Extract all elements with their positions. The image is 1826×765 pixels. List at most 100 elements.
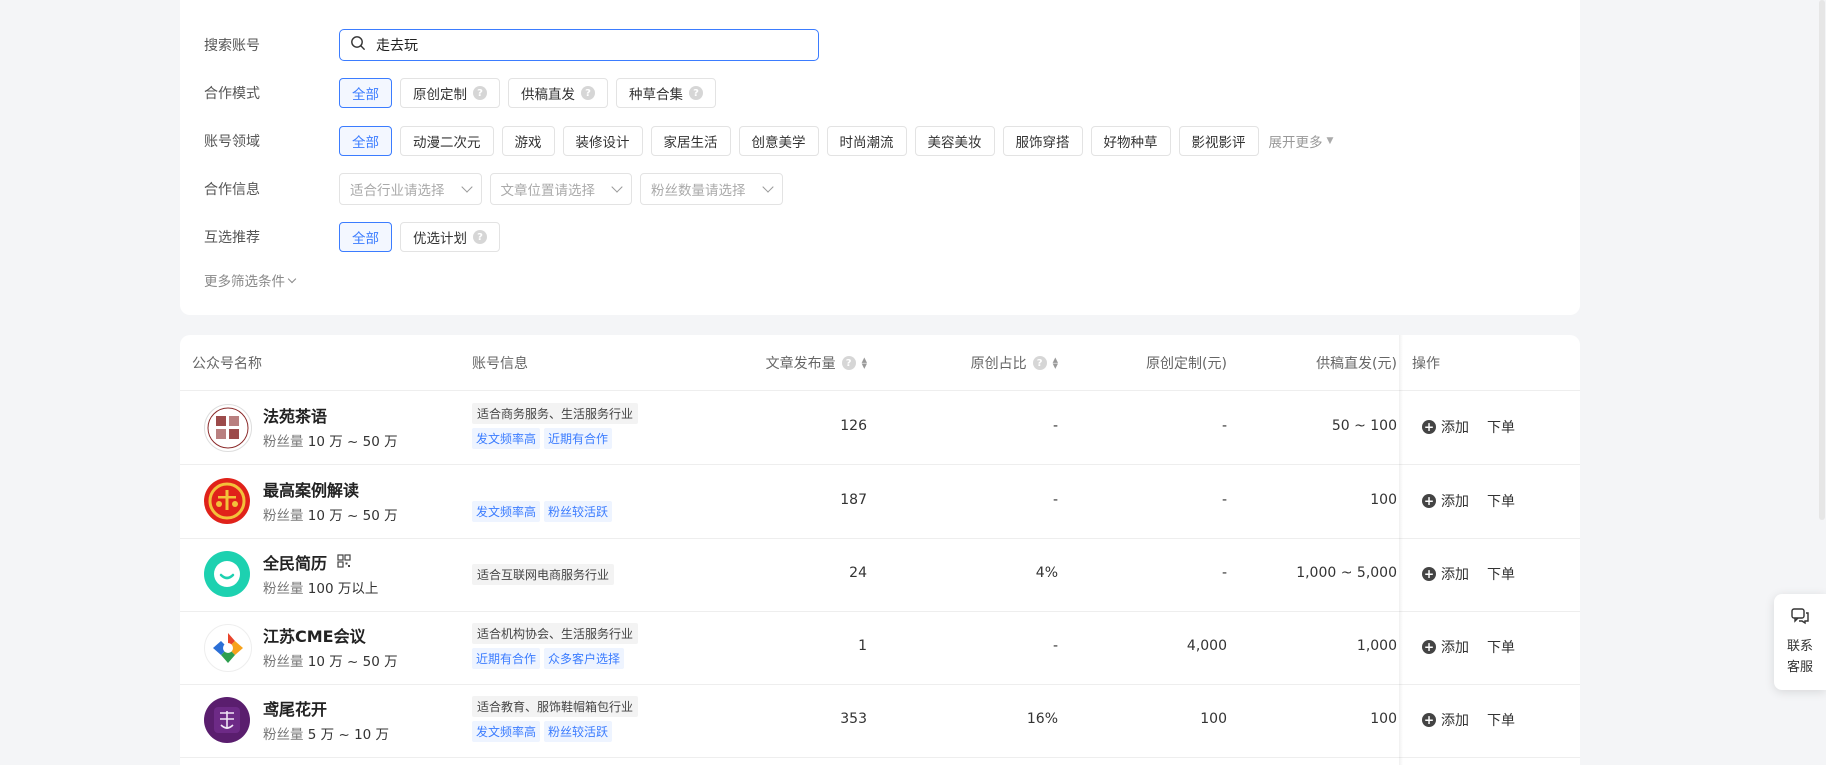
coop-mode-chip-collection[interactable]: 种草合集? — [616, 78, 716, 108]
fans-value: 10 万 ~ 50 万 — [307, 434, 398, 450]
help-icon[interactable]: ? — [1032, 356, 1047, 370]
domain-chip[interactable]: 游戏 — [501, 126, 555, 156]
search-input[interactable] — [374, 36, 798, 54]
row-actions: + 添加 下单 — [1422, 564, 1515, 584]
coop-mode-chip-supply[interactable]: 供稿直发? — [508, 78, 608, 108]
domain-chip[interactable]: 创意美学 — [738, 126, 819, 156]
help-icon[interactable]: ? — [473, 230, 487, 244]
chat-bubble-icon — [1790, 606, 1810, 630]
feature-tag: 发文频率高 — [472, 501, 541, 522]
domain-chip[interactable]: 家居生活 — [650, 126, 731, 156]
add-button[interactable]: + 添加 — [1422, 637, 1469, 657]
position-select[interactable]: 文章位置请选择 — [489, 173, 632, 205]
add-button[interactable]: + 添加 — [1422, 564, 1469, 584]
account-name[interactable]: 全民简历 — [263, 550, 351, 574]
domain-label: 账号领域 — [204, 134, 260, 150]
sort-icon[interactable]: ▲ ▼ — [862, 357, 867, 370]
add-label: 添加 — [1441, 713, 1469, 729]
chip-label: 供稿直发 — [521, 87, 575, 103]
order-button[interactable]: 下单 — [1487, 564, 1515, 584]
add-button[interactable]: + 添加 — [1422, 710, 1469, 730]
supply-price: 100 — [1370, 711, 1397, 727]
help-icon[interactable]: ? — [473, 86, 487, 100]
table-row[interactable]: 江苏CME会议 粉丝量 10 万 ~ 50 万 适合机构协会、生活服务行业 近期… — [180, 611, 1580, 685]
fayuan-logo-avatar — [204, 404, 252, 452]
sort-icon[interactable]: ▲ ▼ — [1053, 357, 1058, 370]
account-name[interactable]: 法苑茶语 — [263, 403, 327, 427]
row-actions: + 添加 下单 — [1422, 417, 1515, 437]
table-row[interactable]: 全民简历 粉丝量 100 万以上 适合互联网电商服务行业 24 4% - 1,0… — [180, 538, 1580, 612]
domain-options: 全部 动漫二次元 游戏 装修设计 家居生活 创意美学 时尚潮流 美容美妆 服饰穿… — [339, 126, 1333, 156]
customer-service-button[interactable]: 联系客服 — [1774, 594, 1826, 690]
chip-label: 种草合集 — [629, 87, 683, 103]
fans-count: 粉丝量 5 万 ~ 10 万 — [263, 723, 389, 743]
custom-price: - — [1221, 418, 1227, 434]
help-icon[interactable]: ? — [689, 86, 703, 100]
help-icon[interactable]: ? — [841, 356, 856, 370]
feature-tag: 众多客户选择 — [544, 648, 625, 669]
original-ratio: 16% — [1026, 711, 1058, 727]
search-label: 搜索账号 — [204, 38, 260, 54]
plus-circle-icon: + — [1422, 640, 1436, 654]
recommend-chip-all[interactable]: 全部 — [339, 222, 392, 252]
domain-chip[interactable]: 时尚潮流 — [826, 126, 907, 156]
domain-row: 账号领域 全部 动漫二次元 游戏 装修设计 家居生活 创意美学 时尚潮流 美容美… — [204, 125, 1556, 157]
domain-chip[interactable]: 动漫二次元 — [400, 126, 494, 156]
coop-info-label: 合作信息 — [204, 182, 260, 198]
feature-tag: 发文频率高 — [472, 428, 541, 449]
add-button[interactable]: + 添加 — [1422, 491, 1469, 511]
add-button[interactable]: + 添加 — [1422, 417, 1469, 437]
fans-count: 粉丝量 10 万 ~ 50 万 — [263, 650, 398, 670]
expand-more-label: 展开更多 — [1268, 135, 1323, 151]
th-supply-price: 供稿直发(元) — [1316, 356, 1397, 372]
qrcode-icon[interactable] — [337, 553, 351, 572]
order-button[interactable]: 下单 — [1487, 637, 1515, 657]
more-filters-toggle[interactable]: 更多筛选条件 — [204, 270, 297, 290]
published-count: 1 — [858, 638, 867, 654]
table-row[interactable]: 最高案例解读 粉丝量 10 万 ~ 50 万 发文频率高 粉丝较活跃 187 - … — [180, 465, 1580, 539]
account-name[interactable]: 江苏CME会议 — [263, 623, 366, 647]
coop-mode-chip-all[interactable]: 全部 — [339, 78, 392, 108]
th-original-ratio[interactable]: 原创占比 ? ▲ ▼ — [971, 353, 1058, 373]
domain-chip[interactable]: 装修设计 — [562, 126, 643, 156]
coop-mode-row: 合作模式 全部 原创定制? 供稿直发? 种草合集? — [204, 77, 1556, 109]
account-name[interactable]: 最高案例解读 — [263, 477, 359, 501]
fans-select[interactable]: 粉丝数量请选择 — [640, 173, 783, 205]
chip-label: 全部 — [352, 231, 379, 247]
published-count: 24 — [849, 565, 867, 581]
domain-chip[interactable]: 全部 — [339, 126, 392, 156]
order-button[interactable]: 下单 — [1487, 491, 1515, 511]
th-name: 公众号名称 — [192, 356, 262, 372]
order-button[interactable]: 下单 — [1487, 710, 1515, 730]
account-name[interactable]: 鸢尾花开 — [263, 696, 327, 720]
search-input-wrapper[interactable] — [339, 29, 819, 61]
th-published[interactable]: 文章发布量 ? ▲ ▼ — [766, 353, 867, 373]
custom-price: 4,000 — [1186, 638, 1227, 654]
recommend-options: 全部 优选计划? — [339, 222, 500, 252]
table-row[interactable]: 法苑茶语 粉丝量 10 万 ~ 50 万 适合商务服务、生活服务行业 发文频率高… — [180, 391, 1580, 465]
fans-prefix: 粉丝量 — [263, 581, 304, 597]
industry-tag: 适合互联网电商服务行业 — [472, 564, 615, 585]
expand-more-link[interactable]: 展开更多 ▼ — [1269, 131, 1334, 151]
feature-tag: 近期有合作 — [472, 648, 541, 669]
account-info: 适合机构协会、生活服务行业 近期有合作 众多客户选择 — [472, 623, 639, 669]
help-icon[interactable]: ? — [581, 86, 595, 100]
table-row[interactable]: 鸢尾花开 粉丝量 5 万 ~ 10 万 适合教育、服饰鞋帽箱包行业 发文频率高粉… — [180, 684, 1580, 758]
coop-mode-chip-custom[interactable]: 原创定制? — [400, 78, 500, 108]
order-button[interactable]: 下单 — [1487, 417, 1515, 437]
iris-logo-avatar — [204, 697, 250, 743]
supply-price: 50 ~ 100 — [1331, 418, 1397, 434]
th-info: 账号信息 — [472, 356, 528, 372]
recommend-label: 互选推荐 — [204, 230, 260, 246]
domain-chip[interactable]: 影视影评 — [1178, 126, 1259, 156]
recommend-chip-preferred[interactable]: 优选计划? — [400, 222, 500, 252]
add-label: 添加 — [1441, 420, 1469, 436]
scrollbar-thumb[interactable] — [1819, 0, 1825, 520]
table-header: 公众号名称 账号信息 文章发布量 ? ▲ ▼ 原创占比 ? ▲ ▼ 原创定制(元) … — [180, 335, 1580, 391]
published-count: 353 — [840, 711, 867, 727]
domain-chip[interactable]: 服饰穿搭 — [1002, 126, 1083, 156]
account-info: 适合互联网电商服务行业 — [472, 564, 615, 585]
industry-select[interactable]: 适合行业请选择 — [339, 173, 482, 205]
domain-chip[interactable]: 美容美妆 — [914, 126, 995, 156]
domain-chip[interactable]: 好物种草 — [1090, 126, 1171, 156]
